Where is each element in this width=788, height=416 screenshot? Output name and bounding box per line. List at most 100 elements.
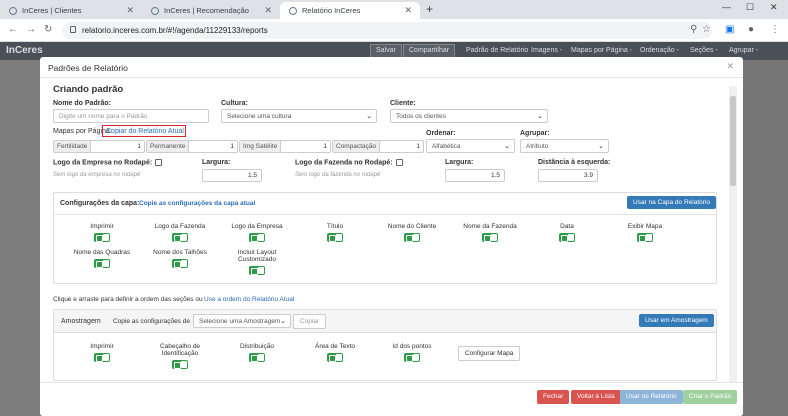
browser-tab-bar: InCeres | Clientes ✕ InCeres | Recomendaç… <box>0 0 788 19</box>
back-to-list-button[interactable]: Voltar à Lista <box>571 390 621 404</box>
minimize-icon[interactable]: — <box>722 2 731 12</box>
toggle-switch[interactable] <box>172 360 188 369</box>
profile-icon[interactable]: ● <box>748 24 754 35</box>
culture-select[interactable]: Selecione uma cultura ⌄ <box>221 109 377 123</box>
culture-label: Cultura: <box>221 100 248 107</box>
chevron-down-icon: ⌄ <box>280 318 286 325</box>
option-label: Título <box>326 223 344 230</box>
field-value: 1 <box>230 143 234 150</box>
tab-label: InCeres | Recomendação <box>164 6 249 15</box>
window-close-icon[interactable]: ✕ <box>770 2 778 13</box>
toggle-switch[interactable] <box>172 259 188 268</box>
close-icon[interactable]: ✕ <box>404 5 412 16</box>
tab-label: Relatório InCeres <box>302 6 361 15</box>
copy-cover-settings-link[interactable]: Copie as configurações da capa atual <box>139 200 255 207</box>
scrollbar[interactable] <box>729 86 737 383</box>
toggle-switch[interactable] <box>637 233 653 242</box>
use-in-report-button[interactable]: Usar no Relatório <box>620 390 683 404</box>
menu-icon[interactable]: ⋮ <box>770 24 780 35</box>
tab-recomendacao[interactable]: InCeres | Recomendação ✕ <box>142 2 280 19</box>
reload-icon[interactable]: ↻ <box>44 24 52 35</box>
sampling-section-panel[interactable]: Amostragem Copie as configurações de Sel… <box>53 309 717 381</box>
menu-images[interactable]: Imagens - <box>531 47 562 54</box>
share-button[interactable]: Compartilhar <box>403 44 456 58</box>
order-select[interactable]: Alfabética ⌄ <box>426 139 515 153</box>
menu-maps-per-page[interactable]: Mapas por Página - <box>571 47 632 54</box>
configure-map-button[interactable]: Configurar Mapa <box>458 346 521 361</box>
left-distance-input[interactable]: 3.9 <box>538 169 598 182</box>
forward-icon[interactable]: → <box>26 24 36 35</box>
toggle-switch[interactable] <box>172 233 188 242</box>
copy-button[interactable]: Copiar <box>293 314 327 329</box>
cover-option-field-names: Nome dos Talhões <box>142 249 218 270</box>
favicon-icon <box>289 7 297 15</box>
divider <box>54 214 716 215</box>
close-icon[interactable]: ✕ <box>726 61 734 72</box>
cover-option-date: Data <box>529 223 605 244</box>
url-field[interactable]: relatorio.inceres.com.br/#!/agenda/11229… <box>62 22 712 39</box>
upload-image-icon[interactable] <box>395 159 403 166</box>
toggle-switch[interactable] <box>327 353 343 362</box>
toggle-switch[interactable] <box>94 233 110 242</box>
background-panel <box>0 60 40 416</box>
company-logo-width-input[interactable]: 1.5 <box>202 169 262 182</box>
option-label: Distribuição <box>240 343 274 350</box>
toggle-switch[interactable] <box>249 266 265 275</box>
toggle-switch[interactable] <box>404 353 420 362</box>
toggle-switch[interactable] <box>94 259 110 268</box>
new-tab-icon[interactable]: + <box>426 2 433 16</box>
maximize-icon[interactable]: ☐ <box>746 2 754 13</box>
menu-ordering[interactable]: Ordenação - <box>640 47 679 54</box>
width-label: Largura: <box>445 159 474 166</box>
upload-image-icon[interactable] <box>155 159 163 166</box>
close-icon[interactable]: ✕ <box>126 5 134 16</box>
toggle-switch[interactable] <box>404 233 420 242</box>
menu-report-standard[interactable]: Padrão de Relatório <box>466 47 528 54</box>
toggle-switch[interactable] <box>249 353 265 362</box>
background-panel <box>736 60 788 416</box>
menu-group[interactable]: Agrupar - <box>729 47 758 54</box>
company-logo-label-text: Logo da Empresa no Rodapé: <box>53 159 153 167</box>
close-button[interactable]: Fechar <box>537 390 570 404</box>
farm-logo-width-input[interactable]: 1.5 <box>445 169 505 182</box>
tab-relatorio[interactable]: Relatório InCeres ✕ <box>280 2 420 19</box>
use-in-sampling-button[interactable]: Usar em Amostragem <box>639 314 714 327</box>
report-standards-modal: Padrões de Relatório ✕ Criando padrão No… <box>40 57 743 416</box>
toggle-switch[interactable] <box>482 233 498 242</box>
cover-option-farm-name: Nome da Fazenda <box>452 223 528 244</box>
client-select[interactable]: Todos os clientes ⌄ <box>390 109 548 123</box>
translate-icon[interactable]: ▣ <box>725 24 734 35</box>
toggle-switch[interactable] <box>327 233 343 242</box>
toggle-switch[interactable] <box>559 233 575 242</box>
close-icon[interactable]: ✕ <box>264 5 272 16</box>
standard-name-input[interactable]: Digite um nome para o Padrão <box>53 109 209 123</box>
group-select[interactable]: Atributo ⌄ <box>520 139 609 153</box>
maps-fertility-field[interactable]: Fertilidade 1 <box>53 140 145 153</box>
maps-satellite-field[interactable]: Img Satélite 1 <box>239 140 331 153</box>
maps-permanent-field[interactable]: Permanente 1 <box>146 140 238 153</box>
maps-compaction-field[interactable]: Compactação 1 <box>332 140 424 153</box>
menu-sections[interactable]: Seções - <box>690 47 718 54</box>
sampling-select[interactable]: Selecione uma Amostragem ⌄ <box>193 314 291 328</box>
tab-clientes[interactable]: InCeres | Clientes ✕ <box>0 2 142 19</box>
tab-label: InCeres | Clientes <box>22 6 82 15</box>
back-icon[interactable]: ← <box>8 24 18 35</box>
create-standard-button[interactable]: Criar o Padrão <box>683 390 738 404</box>
url-text: relatorio.inceres.com.br/#!/agenda/11229… <box>82 26 268 35</box>
cover-option-block-names: Nome das Quadras <box>64 249 140 270</box>
zoom-icon[interactable]: ⚲ <box>690 24 697 35</box>
favicon-icon <box>9 7 17 15</box>
sampling-title: Amostragem <box>61 318 101 325</box>
option-label: Logo da Fazenda <box>154 223 206 230</box>
lock-icon <box>70 26 76 33</box>
option-label: Imprimir <box>90 343 114 350</box>
use-current-report-order-link[interactable]: Use a ordem do Relatório Atual <box>204 296 294 303</box>
width-label: Largura: <box>202 159 231 166</box>
scrollbar-thumb[interactable] <box>730 96 736 186</box>
toggle-switch[interactable] <box>249 233 265 242</box>
toggle-switch[interactable] <box>94 353 110 362</box>
save-button[interactable]: Salvar <box>370 44 402 58</box>
bookmark-star-icon[interactable]: ☆ <box>702 24 711 35</box>
left-distance-label: Distância à esquerda: <box>538 159 611 166</box>
use-on-cover-button[interactable]: Usar na Capa do Relatório <box>627 196 716 209</box>
